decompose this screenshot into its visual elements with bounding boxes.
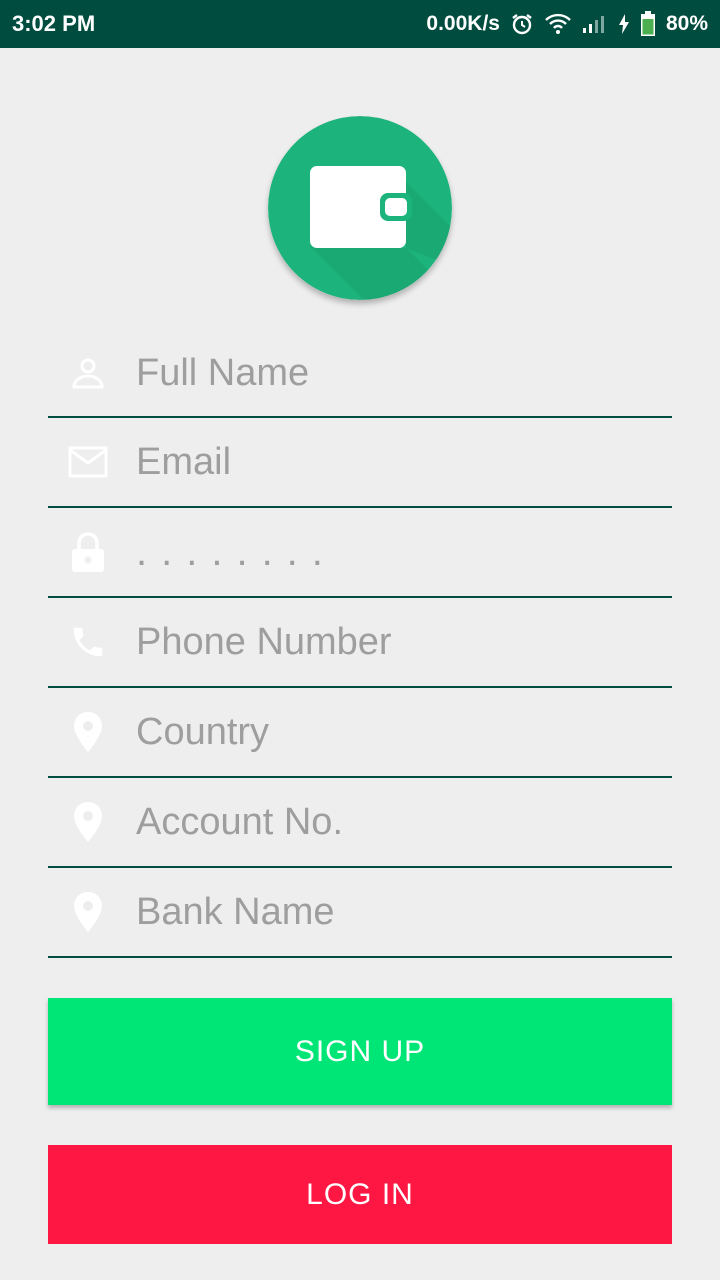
status-bar: 3:02 PM 0.00K/s 80% bbox=[0, 0, 720, 48]
wallet-icon bbox=[268, 116, 452, 300]
charging-icon bbox=[618, 13, 630, 35]
account-field bbox=[48, 778, 672, 868]
lock-icon bbox=[68, 532, 108, 572]
account-input[interactable] bbox=[136, 778, 672, 866]
password-field bbox=[48, 508, 672, 598]
phone-field bbox=[48, 598, 672, 688]
network-speed: 0.00K/s bbox=[426, 12, 500, 35]
full-name-field bbox=[48, 330, 672, 418]
signal-icon bbox=[582, 14, 608, 34]
phone-input[interactable] bbox=[136, 598, 672, 686]
full-name-input[interactable] bbox=[136, 330, 672, 416]
location-pin-icon bbox=[68, 802, 108, 842]
signup-form bbox=[48, 330, 672, 958]
battery-icon bbox=[640, 11, 656, 37]
country-input[interactable] bbox=[136, 688, 672, 776]
signup-button[interactable]: SIGN UP bbox=[48, 998, 672, 1105]
bank-field bbox=[48, 868, 672, 958]
email-icon bbox=[68, 442, 108, 482]
status-icons: 0.00K/s 80% bbox=[426, 11, 708, 37]
person-icon bbox=[68, 353, 108, 393]
email-field bbox=[48, 418, 672, 508]
bank-input[interactable] bbox=[136, 868, 672, 956]
status-time: 3:02 PM bbox=[12, 11, 96, 36]
email-input[interactable] bbox=[136, 418, 672, 506]
phone-icon bbox=[68, 622, 108, 662]
location-pin-icon bbox=[68, 712, 108, 752]
country-field bbox=[48, 688, 672, 778]
battery-percent: 80% bbox=[665, 12, 708, 35]
login-button[interactable]: LOG IN bbox=[48, 1145, 672, 1244]
wifi-icon bbox=[544, 12, 572, 36]
app-logo bbox=[268, 116, 452, 300]
alarm-icon bbox=[510, 12, 534, 36]
password-input[interactable] bbox=[136, 508, 672, 596]
location-pin-icon bbox=[68, 892, 108, 932]
